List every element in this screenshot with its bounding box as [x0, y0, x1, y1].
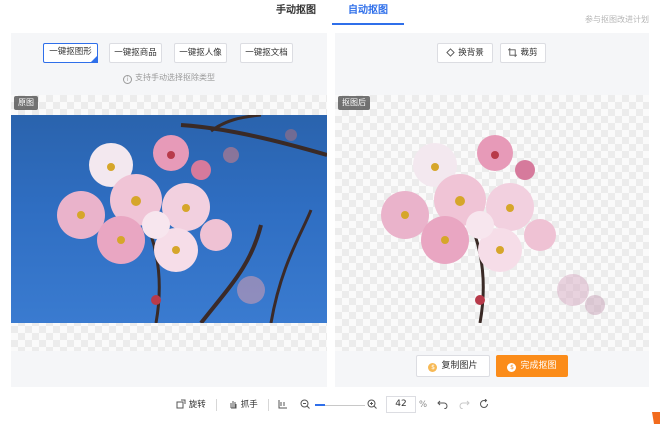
zoom-in-button[interactable]: [367, 397, 377, 413]
type-hint: i 支持手动选择抠除类型: [11, 72, 327, 84]
info-icon: i: [123, 75, 132, 84]
fit-to-screen-button[interactable]: [278, 397, 288, 413]
selected-check-icon: [90, 55, 98, 63]
cherry-blossom-photo: [57, 115, 327, 323]
fit-screen-icon: [278, 400, 287, 409]
type-button-document[interactable]: 一键抠文档: [240, 43, 293, 63]
cutout-type-group: 一键抠图形 一键抠商品 一键抠人像 一键抠文档: [11, 43, 327, 63]
feedback-link[interactable]: 参与抠图改进计划: [585, 14, 649, 25]
coin-icon: $: [428, 363, 438, 372]
redo-button[interactable]: [459, 397, 470, 413]
zoom-slider-handle[interactable]: [315, 404, 325, 406]
change-background-label: 换背景: [458, 48, 484, 58]
original-image: [11, 115, 327, 323]
result-panel: 换背景 裁剪 抠图后 $ 复制图片 $ 完成抠图: [335, 33, 649, 387]
crop-label: 裁剪: [520, 48, 538, 58]
bottom-toolbar: 旋转 抓手 42 %: [0, 395, 660, 415]
change-background-button[interactable]: 换背景: [437, 43, 493, 63]
brand-logo-icon: [649, 406, 660, 424]
zoom-out-button[interactable]: [300, 397, 310, 413]
original-label: 原图: [14, 96, 38, 110]
reset-button[interactable]: [479, 397, 489, 413]
zoom-unit: %: [419, 400, 428, 410]
redo-icon: [459, 400, 470, 410]
active-tab-indicator: [332, 23, 404, 25]
tab-auto-cutout[interactable]: 自动抠图: [346, 4, 390, 24]
tab-manual-cutout[interactable]: 手动抠图: [274, 4, 318, 24]
rotate-icon: [176, 399, 186, 409]
cutout-blossom-graphic: [381, 135, 605, 323]
type-button-label: 一键抠图形: [49, 47, 92, 57]
crop-button[interactable]: 裁剪: [500, 43, 546, 63]
undo-button[interactable]: [437, 397, 448, 413]
coin-icon: $: [507, 363, 517, 372]
rotate-label: 旋转: [188, 400, 206, 410]
type-button-portrait[interactable]: 一键抠人像: [174, 43, 227, 63]
cutout-image: [335, 115, 649, 323]
type-button-graphic[interactable]: 一键抠图形: [43, 43, 98, 63]
reset-icon: [480, 398, 488, 408]
change-background-icon: [446, 48, 455, 57]
zoom-out-icon: [300, 399, 310, 409]
undo-icon: [437, 400, 448, 410]
crop-icon: [508, 48, 518, 57]
zoom-input[interactable]: 42: [386, 396, 416, 413]
grab-label: 抓手: [240, 400, 258, 410]
original-panel: 一键抠图形 一键抠商品 一键抠人像 一键抠文档 i 支持手动选择抠除类型 原图: [11, 33, 327, 387]
hand-icon: [230, 401, 237, 409]
rotate-button[interactable]: 旋转: [176, 397, 206, 413]
finish-cutout-label: 完成抠图: [520, 361, 557, 371]
zoom-in-icon: [367, 399, 377, 409]
copy-image-button[interactable]: $ 复制图片: [416, 355, 490, 377]
hint-text: 支持手动选择抠除类型: [135, 73, 215, 82]
toolbar-divider: [268, 399, 269, 411]
finish-cutout-button[interactable]: $ 完成抠图: [496, 355, 568, 377]
mode-tabs: 手动抠图 自动抠图: [0, 0, 660, 26]
result-label: 抠图后: [338, 96, 370, 110]
type-button-product[interactable]: 一键抠商品: [109, 43, 162, 63]
grab-button[interactable]: 抓手: [228, 397, 258, 413]
copy-image-label: 复制图片: [441, 361, 478, 371]
toolbar-divider: [216, 399, 217, 411]
